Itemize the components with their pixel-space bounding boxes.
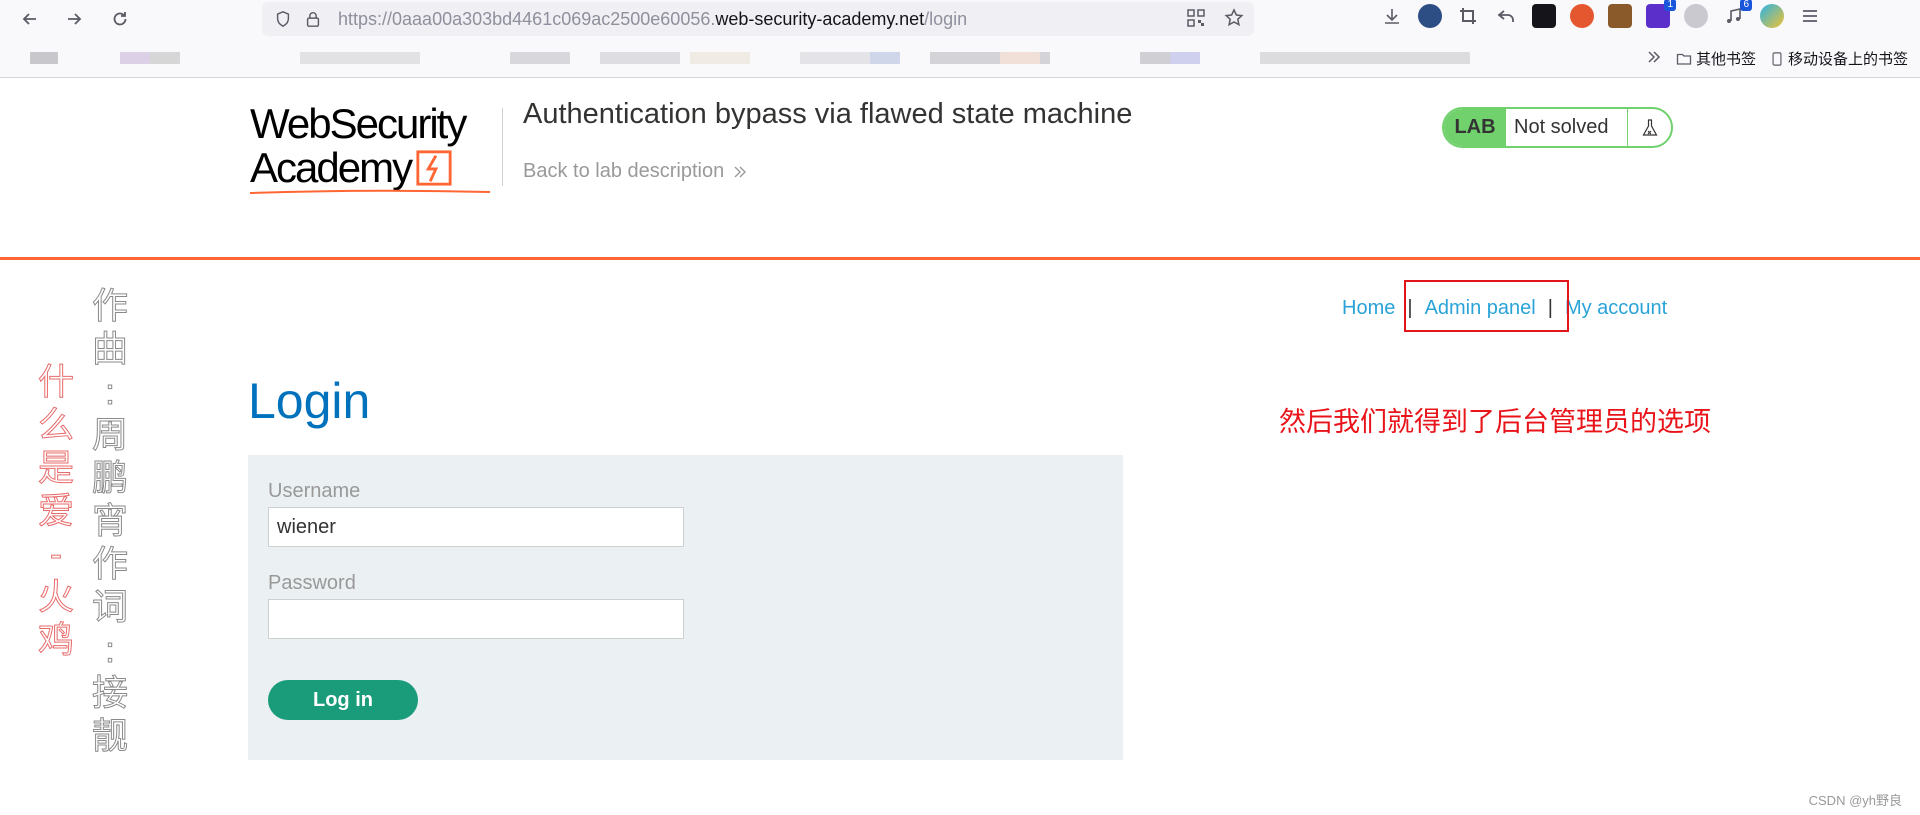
lab-status-widget: LAB Not solved [1442, 107, 1673, 148]
login-button[interactable]: Log in [268, 680, 418, 720]
csdn-watermark: CSDN @yh野良 [1808, 793, 1902, 808]
blurred-bookmark[interactable] [510, 52, 570, 64]
blurred-bookmark[interactable] [1260, 52, 1470, 64]
username-label: Username [268, 480, 361, 502]
lab-badge: LAB [1444, 109, 1506, 146]
extension-badge: 6 [1740, 0, 1752, 11]
blurred-bookmark[interactable] [600, 52, 680, 64]
lyric-char: 作 [91, 543, 128, 585]
reload-icon[interactable] [102, 1, 138, 37]
lyric-char: 周 [91, 414, 128, 456]
lyric-column-title: 什 么 是 爱 - 火 鸡 [34, 360, 78, 661]
browser-toolbar: https://0aaa00a303bd4461c069ac2500e60056… [0, 0, 1920, 38]
extension-shield-icon[interactable] [1760, 4, 1784, 28]
blurred-bookmark[interactable] [1000, 52, 1040, 64]
chevron-double-right-icon[interactable] [1646, 49, 1662, 69]
blurred-bookmark[interactable] [30, 52, 58, 64]
nav-home-link[interactable]: Home [1342, 297, 1395, 320]
bookmark-folder-mobile[interactable]: 移动设备上的书签 [1770, 48, 1908, 69]
lyric-char: 词 [91, 586, 128, 628]
extension-avatar-icon[interactable] [1608, 4, 1632, 28]
username-input[interactable]: wiener [268, 507, 684, 547]
lyric-char: 是 [37, 447, 74, 489]
address-bar[interactable]: https://0aaa00a303bd4461c069ac2500e60056… [262, 2, 1254, 36]
annotation-text: 然后我们就得到了后台管理员的选项 [1279, 407, 1711, 437]
extension-music-icon[interactable]: 6 [1722, 0, 1752, 28]
extension-gear-icon[interactable] [1684, 4, 1708, 28]
back-arrow-icon[interactable] [12, 1, 48, 37]
lyric-char: 宵 [91, 500, 128, 542]
lyric-char: 靓 [91, 715, 128, 757]
page-title: Login [248, 373, 371, 429]
lyric-char: 接 [91, 672, 128, 714]
blurred-bookmark[interactable] [1170, 52, 1200, 64]
lyric-char: 爱 [37, 490, 74, 532]
lyric-char: : [104, 629, 115, 671]
blurred-bookmark[interactable] [120, 52, 150, 64]
header-divider [502, 108, 503, 186]
annotation-highlight-box [1404, 280, 1569, 332]
password-label: Password [268, 572, 356, 594]
bookmark-folder-other[interactable]: 其他书签 [1676, 48, 1756, 69]
lyric-char: 什 [37, 361, 74, 403]
nav-my-account-link[interactable]: My account [1565, 297, 1667, 320]
bookmark-folder-label: 其他书签 [1695, 51, 1756, 68]
password-input[interactable] [268, 599, 684, 639]
web-security-academy-logo[interactable]: WebSecurity Academy [250, 102, 500, 197]
shield-icon[interactable] [272, 8, 294, 30]
lyric-char: - [50, 533, 63, 575]
qr-code-icon[interactable] [1186, 8, 1206, 33]
menu-icon[interactable] [1798, 4, 1822, 28]
lyric-char: 么 [37, 404, 74, 446]
blurred-bookmark[interactable] [300, 52, 420, 64]
url-prefix: https://0aaa00a303bd4461c069ac2500e60056… [338, 8, 716, 29]
url-path: /login [924, 8, 968, 29]
bookmarks-bar: 其他书签 移动设备上的书签 [0, 38, 1920, 78]
lyric-char: : [104, 371, 115, 413]
lyric-char: 鸡 [37, 619, 74, 661]
lock-icon[interactable] [302, 8, 324, 30]
bookmark-folder-label: 移动设备上的书签 [1787, 51, 1908, 68]
extension-globe-icon[interactable] [1418, 4, 1442, 28]
blurred-bookmark[interactable] [150, 52, 180, 64]
chevron-double-right-icon [734, 166, 747, 177]
logo-underline [250, 189, 491, 194]
lyric-char: 曲 [91, 328, 128, 370]
lyric-char: 作 [91, 285, 128, 327]
extension-purple-icon[interactable]: 1 [1646, 0, 1676, 28]
logo-line-2: Academy [250, 146, 500, 190]
header-orange-rule [0, 257, 1920, 260]
logo-line-2-text: Academy [250, 144, 413, 191]
lyric-char: 火 [37, 576, 74, 618]
bookmark-star-icon[interactable] [1224, 8, 1244, 33]
extension-block-icon[interactable] [1570, 4, 1594, 28]
lyric-column-credits: 作 曲 : 周 鹏 宵 作 词 : 接 靓 [88, 284, 132, 757]
flask-icon[interactable] [1627, 109, 1671, 146]
undo-icon[interactable] [1494, 4, 1518, 28]
url-text[interactable]: https://0aaa00a303bd4461c069ac2500e60056… [338, 9, 967, 30]
blurred-bookmark[interactable] [870, 52, 900, 64]
extension-badge: 1 [1664, 0, 1676, 11]
extension-mask-icon[interactable] [1532, 4, 1556, 28]
logo-line-1: WebSecurity [250, 100, 467, 147]
lyric-char: 鹏 [91, 457, 128, 499]
url-domain: web-security-academy.net [715, 8, 925, 29]
mobile-device-icon [1772, 51, 1782, 66]
lab-title: Authentication bypass via flawed state m… [523, 98, 1133, 130]
logo-lightning-icon [416, 150, 452, 186]
folder-icon [1676, 53, 1692, 65]
crop-icon[interactable] [1456, 4, 1480, 28]
lab-state: Not solved [1514, 116, 1609, 138]
back-link-label: Back to lab description [523, 160, 725, 182]
download-icon[interactable] [1380, 4, 1404, 28]
forward-arrow-icon[interactable] [56, 1, 92, 37]
back-to-lab-description-link[interactable]: Back to lab description [523, 160, 748, 183]
blurred-bookmark[interactable] [690, 52, 750, 64]
